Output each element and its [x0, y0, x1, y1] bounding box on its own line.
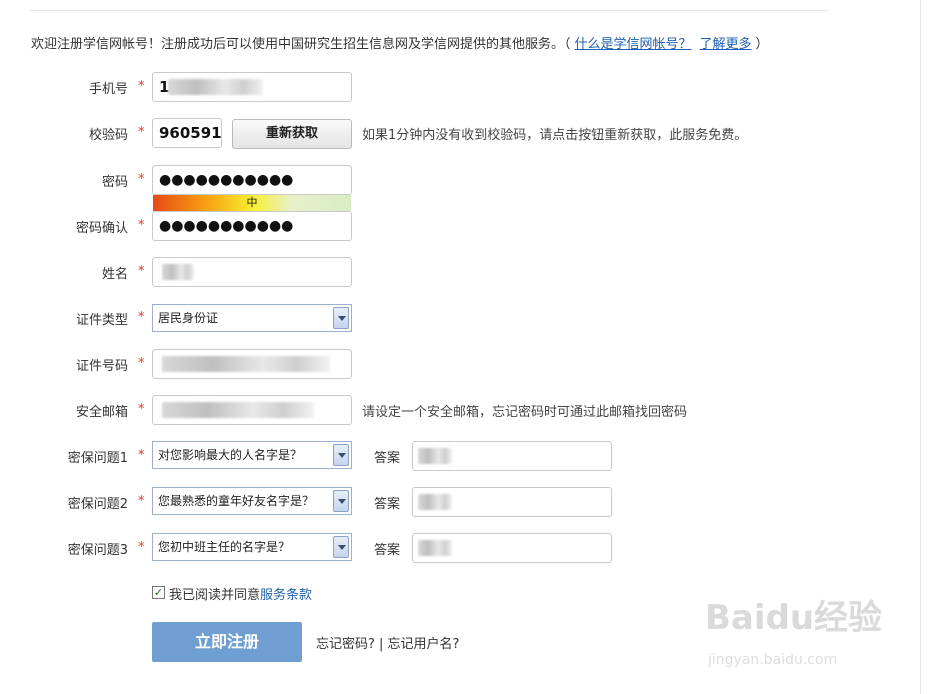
id-type-select[interactable]: 居民身份证 [152, 304, 352, 332]
what-is-account-link[interactable]: 什么是学信网帐号？ [575, 37, 692, 52]
id-type-value: 居民身份证 [158, 311, 219, 325]
name-required-mark: * [138, 264, 145, 279]
chevron-down-icon[interactable] [333, 307, 349, 329]
id-number-required-mark: * [138, 356, 145, 371]
answer-2-label: 答案 [374, 497, 401, 512]
chevron-down-icon[interactable] [333, 536, 349, 558]
password-confirm-label: 密码确认 [75, 221, 128, 236]
security-question-1-select[interactable]: 对您影响最大的人名字是？ [152, 441, 352, 469]
password-required-mark: * [138, 172, 145, 187]
redacted-phone [168, 79, 263, 95]
password-confirm-value: ●●●●●●●●●●● [159, 218, 294, 234]
id-type-label: 证件类型 [75, 313, 128, 328]
id-type-required-mark: * [138, 310, 145, 325]
password-label: 密码 [101, 175, 128, 190]
watermark-url: jingyan.baidu.com [708, 652, 838, 668]
redacted-name [162, 264, 194, 280]
learn-more-link[interactable]: 了解更多 [700, 37, 752, 52]
q3-required-mark: * [138, 540, 145, 555]
answer-1-label: 答案 [374, 451, 401, 466]
name-label: 姓名 [101, 267, 128, 282]
q2-value: 您最熟悉的童年好友名字是？ [158, 494, 315, 508]
password-confirm-input[interactable]: ●●●●●●●●●●● [152, 211, 352, 241]
baidu-jingyan-watermark-logo: Baidu经验 [705, 598, 883, 638]
password-value: ●●●●●●●●●●● [159, 172, 294, 188]
password-strength-text: 中 [246, 196, 258, 209]
q2-required-mark: * [138, 494, 145, 509]
agree-checkbox[interactable]: ✓ [152, 586, 165, 599]
email-label: 安全邮箱 [75, 405, 128, 420]
check-icon: ✓ [153, 586, 164, 599]
password-input[interactable]: ●●●●●●●●●●● [152, 165, 352, 195]
resend-code-button[interactable]: 重新获取 [232, 119, 352, 149]
redacted-email [162, 402, 314, 418]
agree-label: 我已阅读并同意 [169, 588, 261, 603]
security-question-1-label: 密保问题1 [67, 451, 128, 466]
redacted-answer-2 [418, 494, 452, 510]
password-strength-meter: 中 [153, 195, 351, 211]
phone-required-mark: * [138, 79, 145, 94]
forgot-links[interactable]: 忘记密码? | 忘记用户名? [316, 633, 459, 652]
security-question-3-select[interactable]: 您初中班主任的名字是？ [152, 533, 352, 561]
code-required-mark: * [138, 125, 145, 140]
redacted-id-number [162, 356, 330, 372]
q1-required-mark: * [138, 448, 145, 463]
id-number-label: 证件号码 [75, 359, 128, 374]
intro-close-paren: ） [755, 37, 769, 52]
chevron-down-icon[interactable] [333, 490, 349, 512]
intro-message: 欢迎注册学信网帐号！注册成功后可以使用中国研究生招生信息网及学信网提供的其他服务… [31, 37, 571, 52]
password-confirm-required-mark: * [138, 218, 145, 233]
code-value: 960591 [159, 124, 222, 142]
security-question-2-label: 密保问题2 [67, 497, 128, 512]
email-hint: 请设定一个安全邮箱，忘记密码时可通过此邮箱找回密码 [362, 405, 688, 420]
security-question-3-label: 密保问题3 [67, 543, 128, 558]
top-divider [30, 10, 828, 11]
chevron-down-icon[interactable] [333, 444, 349, 466]
security-question-2-select[interactable]: 您最熟悉的童年好友名字是？ [152, 487, 352, 515]
phone-label: 手机号 [88, 82, 128, 97]
q3-value: 您初中班主任的名字是？ [158, 540, 291, 554]
right-divider [920, 0, 921, 694]
intro-text: 欢迎注册学信网帐号！注册成功后可以使用中国研究生招生信息网及学信网提供的其他服务… [31, 33, 769, 52]
q1-value: 对您影响最大的人名字是？ [158, 448, 303, 462]
answer-3-label: 答案 [374, 543, 401, 558]
code-hint: 如果1分钟内没有收到校验码，请点击按钮重新获取，此服务免费。 [362, 128, 748, 143]
register-button[interactable]: 立即注册 [152, 622, 302, 662]
agree-text: 我已阅读并同意服务条款 [169, 584, 312, 603]
email-required-mark: * [138, 402, 145, 417]
redacted-answer-1 [418, 448, 452, 464]
terms-of-service-link[interactable]: 服务条款 [260, 588, 312, 603]
code-label: 校验码 [88, 128, 128, 143]
redacted-answer-3 [418, 540, 452, 556]
code-input[interactable]: 960591 [152, 118, 222, 148]
